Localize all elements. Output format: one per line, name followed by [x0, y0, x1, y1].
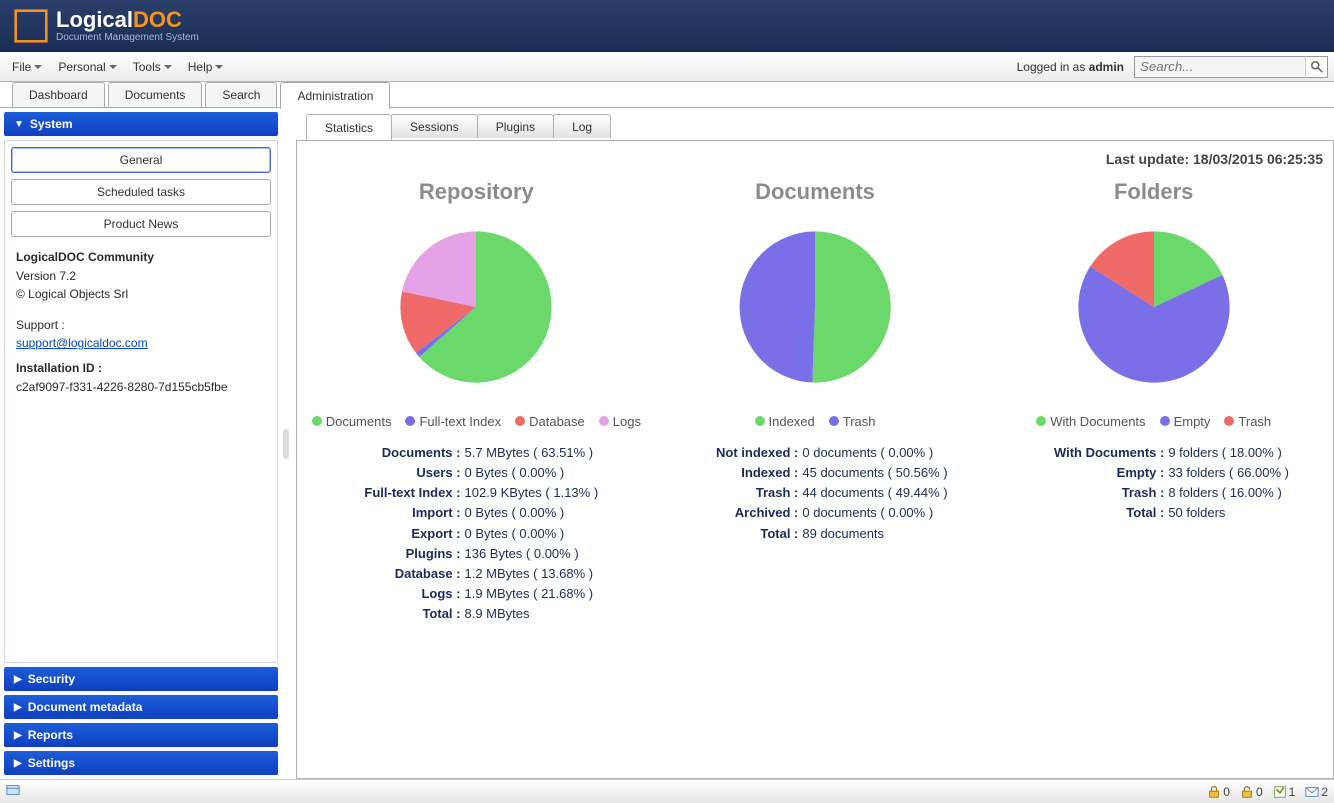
legend-item: Indexed [755, 414, 815, 429]
tab-dashboard[interactable]: Dashboard [12, 82, 105, 107]
chart-legend: Documents Full-text Index Database Logs [312, 414, 641, 429]
logo-icon [14, 9, 48, 43]
logo-subtitle: Document Management System [56, 33, 199, 43]
sidebar-section-body: General Scheduled tasks Product News Log… [4, 140, 278, 663]
menubar: File Personal Tools Help Logged in as ad… [0, 52, 1334, 82]
chart-stats: With Documents : 9 folders ( 18.00% )Emp… [1018, 443, 1289, 524]
note-icon [1273, 785, 1287, 799]
chart-title: Documents [755, 179, 875, 205]
tab-search[interactable]: Search [205, 82, 277, 107]
chevron-down-icon [109, 65, 117, 69]
sidebar-section-system[interactable]: ▼System [4, 112, 278, 136]
logo-text-1: Logical [56, 7, 133, 32]
chart-stats: Documents : 5.7 MBytes ( 63.51% )Users :… [354, 443, 598, 624]
status-unlocked[interactable]: 0 [1240, 785, 1263, 799]
chart-title: Folders [1114, 179, 1193, 205]
logo-text-2: DOC [133, 7, 182, 32]
sub-tabs: Statistics Sessions Plugins Log [296, 114, 1334, 140]
product-info: LogicalDOC Community Version 7.2 © Logic… [11, 243, 271, 401]
statusbar-left-icon[interactable] [6, 783, 20, 800]
sidebar-btn-news[interactable]: Product News [11, 211, 271, 237]
legend-item: Trash [1224, 414, 1271, 429]
subtab-log[interactable]: Log [553, 114, 611, 138]
status-task[interactable]: 1 [1273, 785, 1296, 799]
subtab-sessions[interactable]: Sessions [391, 114, 478, 138]
chevron-right-icon: ▶ [14, 730, 22, 741]
content-area: ▼System General Scheduled tasks Product … [0, 108, 1334, 779]
sidebar-section-reports[interactable]: ▶Reports [4, 723, 278, 747]
legend-item: Database [515, 414, 585, 429]
pie-chart [725, 217, 905, 400]
product-name: LogicalDOC Community [16, 250, 154, 264]
search-button[interactable] [1305, 56, 1327, 78]
pie-chart [386, 217, 566, 400]
status-locked[interactable]: 0 [1207, 785, 1230, 799]
charts-row: Repository Documents Full-text Index Databa… [307, 179, 1323, 624]
tab-documents[interactable]: Documents [108, 82, 203, 107]
chevron-down-icon [215, 65, 223, 69]
logo: LogicalDOC Document Management System [14, 9, 199, 43]
sidebar-btn-scheduled[interactable]: Scheduled tasks [11, 179, 271, 205]
chart-legend: Indexed Trash [755, 414, 876, 429]
legend-item: Trash [829, 414, 876, 429]
sidebar: ▼System General Scheduled tasks Product … [0, 108, 282, 779]
search-box [1134, 56, 1328, 78]
product-copyright: © Logical Objects Srl [16, 285, 266, 304]
splitter-handle[interactable] [282, 108, 290, 779]
last-update: Last update: 18/03/2015 06:25:35 [307, 151, 1323, 167]
menu-help[interactable]: Help [182, 56, 230, 78]
chevron-down-icon [34, 65, 42, 69]
chevron-down-icon [164, 65, 172, 69]
support-email-link[interactable]: support@logicaldoc.com [16, 336, 148, 350]
subtab-plugins[interactable]: Plugins [477, 114, 554, 138]
status-messages[interactable]: 2 [1305, 785, 1328, 799]
main-panel: Statistics Sessions Plugins Log Last upd… [290, 108, 1334, 779]
chart-stats: Not indexed : 0 documents ( 0.00% )Index… [682, 443, 947, 544]
unlock-icon [1240, 785, 1254, 799]
sidebar-section-security[interactable]: ▶Security [4, 667, 278, 691]
legend-item: Full-text Index [405, 414, 501, 429]
menu-personal[interactable]: Personal [52, 56, 122, 78]
mail-icon [1305, 785, 1319, 799]
app-header: LogicalDOC Document Management System [0, 0, 1334, 52]
chart-legend: With Documents Empty Trash [1036, 414, 1271, 429]
chart-repository: Repository Documents Full-text Index Databa… [307, 179, 646, 624]
pie-chart [1064, 217, 1244, 400]
support-label: Support : [16, 316, 266, 335]
menu-file[interactable]: File [6, 56, 48, 78]
statusbar: 0 0 1 2 [0, 779, 1334, 803]
search-icon [1310, 60, 1324, 74]
sidebar-section-metadata[interactable]: ▶Document metadata [4, 695, 278, 719]
chevron-right-icon: ▶ [14, 674, 22, 685]
chevron-right-icon: ▶ [14, 702, 22, 713]
chart-title: Repository [419, 179, 534, 205]
search-input[interactable] [1135, 57, 1305, 76]
chart-documents: Documents Indexed Trash Not indexed : 0 doc… [646, 179, 985, 624]
install-id-label: Installation ID : [16, 361, 102, 375]
lock-icon [1207, 785, 1221, 799]
current-user: admin [1089, 60, 1124, 74]
legend-item: With Documents [1036, 414, 1145, 429]
subtab-statistics[interactable]: Statistics [306, 114, 392, 140]
chevron-right-icon: ▶ [14, 758, 22, 769]
chevron-down-icon: ▼ [14, 119, 24, 130]
install-id: c2af9097-f331-4226-8280-7d155cb5fbe [16, 378, 266, 397]
chart-folders: FoldersWith DocumentsEmptyTrashWith Docu… [984, 179, 1323, 624]
sidebar-section-settings[interactable]: ▶Settings [4, 751, 278, 775]
legend-item: Documents [312, 414, 392, 429]
menu-tools[interactable]: Tools [127, 56, 178, 78]
legend-item: Logs [599, 414, 641, 429]
tab-administration[interactable]: Administration [280, 82, 390, 109]
legend-item: Empty [1160, 414, 1211, 429]
statistics-panel: Last update: 18/03/2015 06:25:35 Reposit… [296, 140, 1334, 779]
product-version: Version 7.2 [16, 267, 266, 286]
sidebar-btn-general[interactable]: General [11, 147, 271, 173]
logged-in-label: Logged in as admin [1017, 60, 1124, 74]
main-tabs: Dashboard Documents Search Administratio… [0, 82, 1334, 108]
